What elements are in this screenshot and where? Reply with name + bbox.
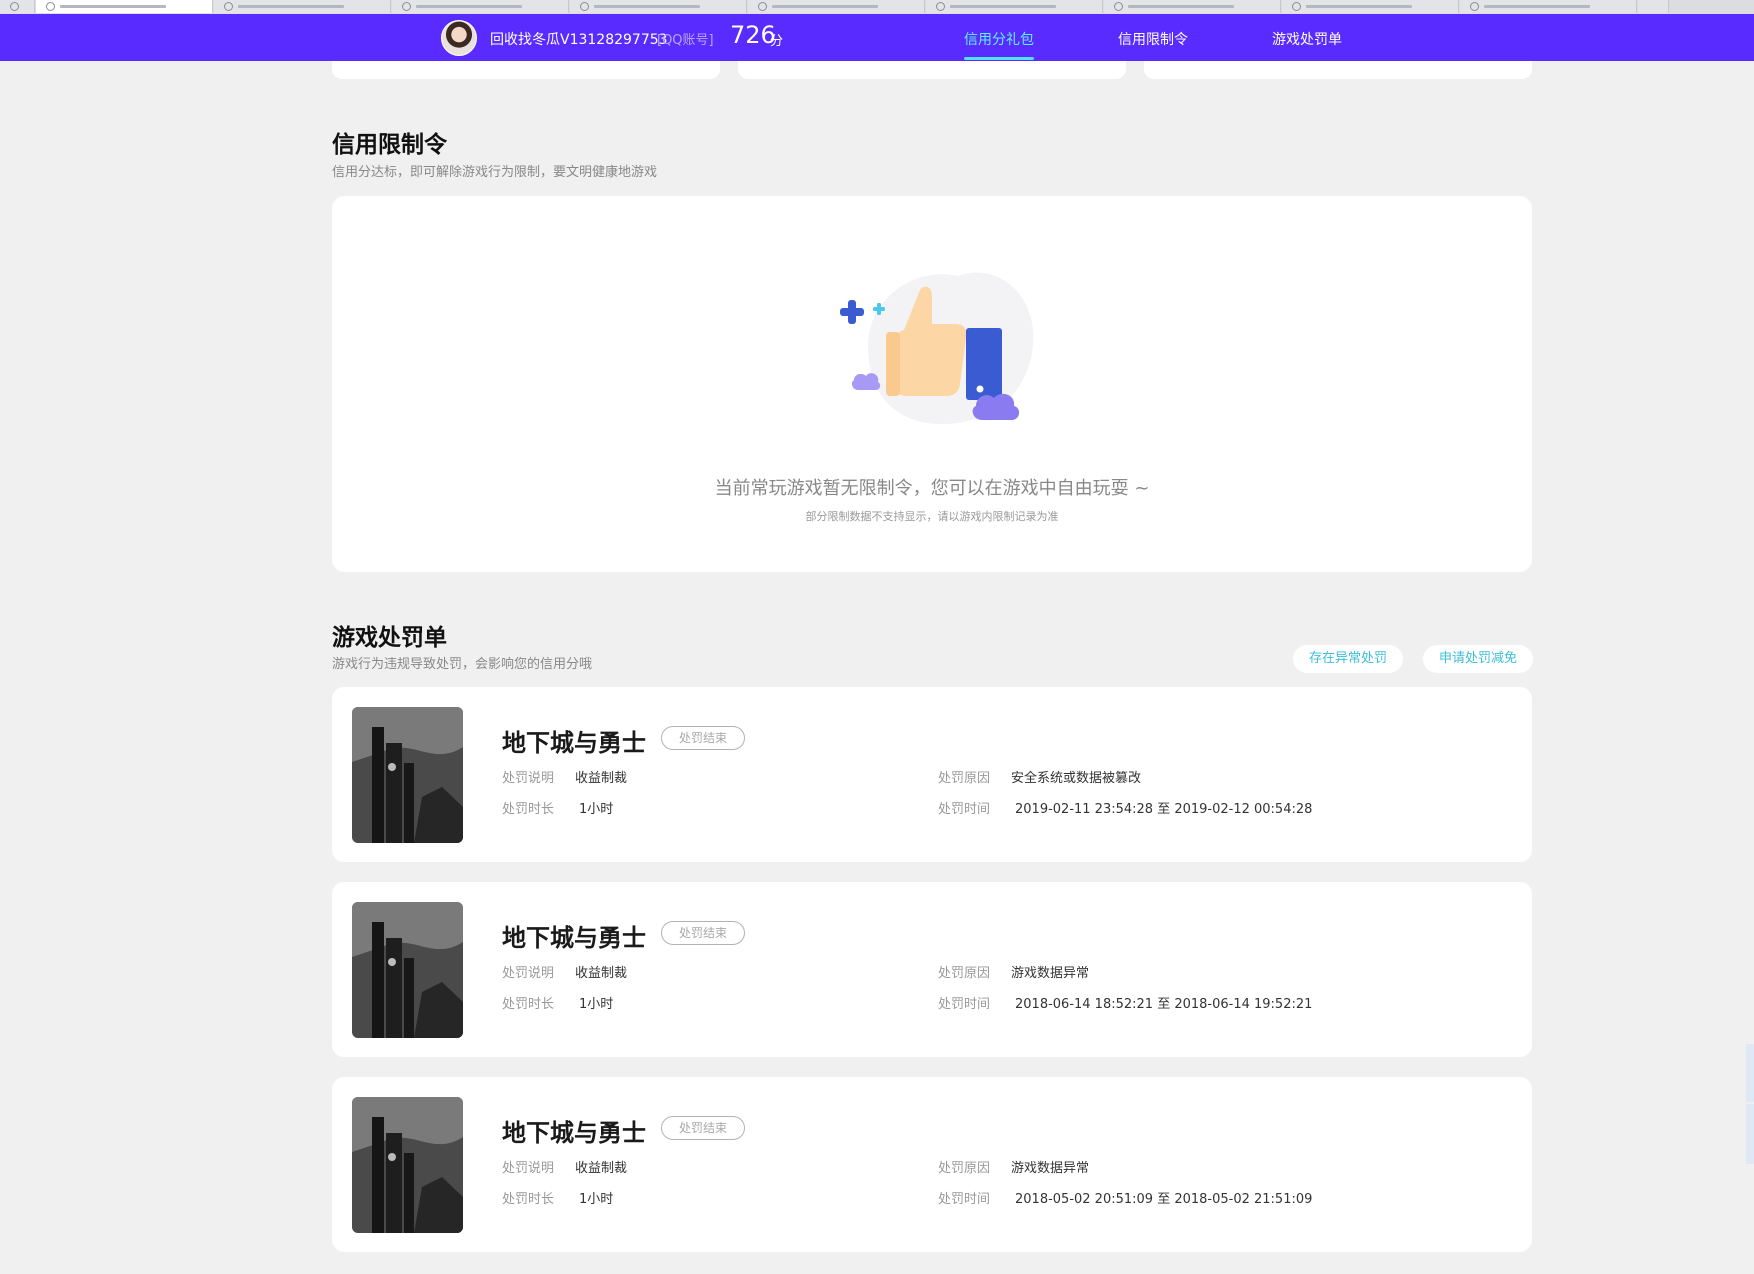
credit-score: 726	[730, 21, 776, 49]
game-thumbnail[interactable]	[352, 1097, 463, 1233]
status-badge: 处罚结束	[661, 726, 745, 750]
thumbs-up-illustration	[840, 272, 1034, 425]
side-float-button[interactable]	[1746, 1104, 1754, 1164]
desc-value: 收益制裁	[575, 771, 628, 786]
desc-label: 处罚说明	[502, 966, 555, 981]
duration-value: 1小时	[579, 802, 614, 817]
browser-tab[interactable]	[1282, 0, 1459, 13]
gift-card[interactable]	[332, 61, 720, 79]
side-float-button[interactable]	[1746, 1044, 1754, 1102]
time-value: 2018-05-02 20:51:09 至 2018-05-02 21:51:0…	[1015, 1192, 1313, 1207]
time-label: 处罚时间	[938, 997, 991, 1012]
duration-label: 处罚时长	[502, 997, 555, 1012]
new-tab-button[interactable]	[1638, 0, 1669, 13]
section-title-restriction: 信用限制令	[332, 132, 447, 158]
active-tab-indicator	[964, 57, 1034, 60]
apply-reduction-button[interactable]: 申请处罚减免	[1423, 645, 1533, 673]
reason-label: 处罚原因	[938, 1161, 991, 1176]
restriction-empty-card: 当前常玩游戏暂无限制令，您可以在游戏中自由玩耍 ~ 部分限制数据不支持显示，请以…	[332, 196, 1532, 572]
desc-label: 处罚说明	[502, 771, 555, 786]
reason-value: 安全系统或数据被篡改	[1011, 771, 1142, 786]
game-thumbnail[interactable]	[352, 707, 463, 843]
game-name: 地下城与勇士	[502, 1119, 646, 1147]
time-label: 处罚时间	[938, 802, 991, 817]
empty-message: 当前常玩游戏暂无限制令，您可以在游戏中自由玩耍 ~	[714, 478, 1150, 499]
time-value: 2018-06-14 18:52:21 至 2018-06-14 19:52:2…	[1015, 997, 1313, 1012]
section-subtitle-restriction: 信用分达标，即可解除游戏行为限制，要文明健康地游戏	[332, 165, 658, 180]
section-title-penalty: 游戏处罚单	[332, 625, 447, 651]
duration-label: 处罚时长	[502, 1192, 555, 1207]
reason-label: 处罚原因	[938, 771, 991, 786]
status-badge: 处罚结束	[661, 1116, 745, 1140]
duration-value: 1小时	[579, 1192, 614, 1207]
browser-tab[interactable]	[1460, 0, 1637, 13]
penalty-card: 地下城与勇士 处罚结束 处罚说明 收益制裁 处罚时长 1小时 处罚原因 安全系统…	[332, 687, 1532, 862]
score-unit: 分	[770, 34, 784, 49]
time-label: 处罚时间	[938, 1192, 991, 1207]
account-type: [QQ账号]	[657, 33, 714, 48]
tab-credit-gift[interactable]: 信用分礼包	[964, 29, 1034, 49]
game-thumbnail[interactable]	[352, 902, 463, 1038]
desc-value: 收益制裁	[575, 966, 628, 981]
browser-tab-strip	[0, 0, 1754, 15]
browser-tab[interactable]	[570, 0, 747, 13]
tab-game-penalty[interactable]: 游戏处罚单	[1272, 29, 1342, 49]
desc-label: 处罚说明	[502, 1161, 555, 1176]
browser-tab[interactable]	[392, 0, 569, 13]
section-subtitle-penalty: 游戏行为违规导致处罚，会影响您的信用分哦	[332, 657, 593, 672]
top-nav-bar: 回收找冬瓜V13128297753 [QQ账号] 726 分 信用分礼包 信用限…	[0, 14, 1754, 61]
reason-label: 处罚原因	[938, 966, 991, 981]
desc-value: 收益制裁	[575, 1161, 628, 1176]
reason-value: 游戏数据异常	[1011, 1161, 1090, 1176]
browser-tab[interactable]	[36, 0, 213, 13]
status-badge: 处罚结束	[661, 921, 745, 945]
browser-tab[interactable]	[926, 0, 1103, 13]
browser-tab[interactable]	[214, 0, 391, 13]
browser-tab[interactable]	[748, 0, 925, 13]
time-value: 2019-02-11 23:54:28 至 2019-02-12 00:54:2…	[1015, 802, 1313, 817]
duration-value: 1小时	[579, 997, 614, 1012]
game-name: 地下城与勇士	[502, 924, 646, 952]
browser-tab[interactable]	[1104, 0, 1281, 13]
avatar[interactable]	[441, 20, 477, 56]
game-name: 地下城与勇士	[502, 729, 646, 757]
duration-label: 处罚时长	[502, 802, 555, 817]
penalty-card: 地下城与勇士 处罚结束 处罚说明 收益制裁 处罚时长 1小时 处罚原因 游戏数据…	[332, 882, 1532, 1057]
abnormal-penalty-button[interactable]: 存在异常处罚	[1293, 645, 1403, 673]
browser-menu-button[interactable]	[0, 0, 35, 13]
empty-note: 部分限制数据不支持显示，请以游戏内限制记录为准	[805, 510, 1059, 523]
gift-card[interactable]	[1144, 61, 1532, 79]
penalty-card: 地下城与勇士 处罚结束 处罚说明 收益制裁 处罚时长 1小时 处罚原因 游戏数据…	[332, 1077, 1532, 1252]
tab-credit-restriction[interactable]: 信用限制令	[1118, 29, 1188, 49]
reason-value: 游戏数据异常	[1011, 966, 1090, 981]
gift-card[interactable]	[738, 61, 1126, 79]
username: 回收找冬瓜V13128297753	[490, 32, 668, 48]
